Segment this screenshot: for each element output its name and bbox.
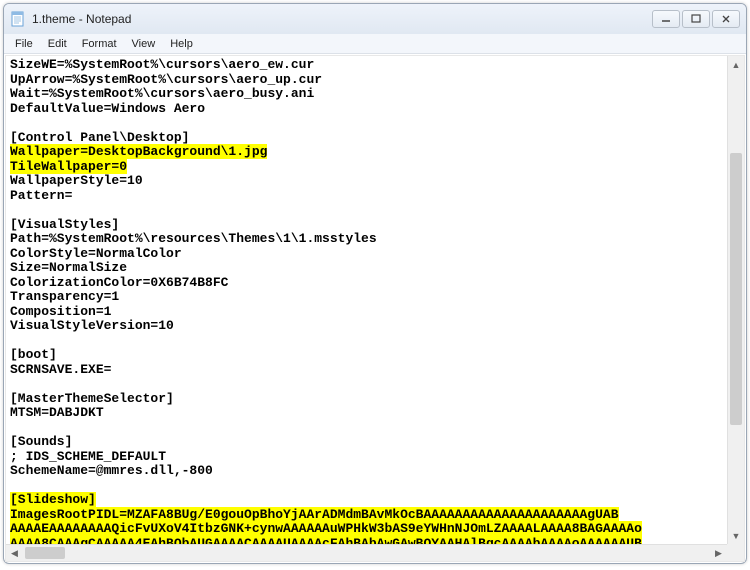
highlighted-line: AAAAEAAAAAAAAQicFvUXoV4ItbzGNK+cynwAAAAA… bbox=[10, 521, 642, 536]
scroll-h-track[interactable] bbox=[23, 545, 710, 561]
text-editor[interactable]: SizeWE=%SystemRoot%\cursors\aero_ew.cur … bbox=[6, 56, 744, 544]
scroll-corner bbox=[727, 544, 744, 561]
scroll-v-track[interactable] bbox=[728, 73, 744, 527]
scroll-down-arrow-icon[interactable]: ▼ bbox=[728, 527, 744, 544]
menu-help[interactable]: Help bbox=[163, 36, 200, 52]
titlebar[interactable]: 1.theme - Notepad bbox=[4, 4, 746, 34]
highlighted-line: AAAA8CAAAgCAAAAA4EAhBQbAUGAAAACAAAAUAAAA… bbox=[10, 536, 642, 545]
notepad-icon bbox=[10, 11, 26, 27]
notepad-window: 1.theme - Notepad File Edit Format View … bbox=[3, 3, 747, 564]
minimize-button[interactable] bbox=[652, 10, 680, 28]
horizontal-scrollbar[interactable]: ◀ ▶ bbox=[6, 544, 727, 561]
menubar: File Edit Format View Help bbox=[4, 34, 746, 54]
highlighted-line: [Slideshow] bbox=[10, 492, 96, 507]
window-title: 1.theme - Notepad bbox=[32, 12, 652, 26]
scroll-up-arrow-icon[interactable]: ▲ bbox=[728, 56, 744, 73]
editor-content: SizeWE=%SystemRoot%\cursors\aero_ew.cur … bbox=[5, 55, 745, 562]
scroll-v-thumb[interactable] bbox=[730, 153, 742, 425]
scroll-right-arrow-icon[interactable]: ▶ bbox=[710, 545, 727, 561]
vertical-scrollbar[interactable]: ▲ ▼ bbox=[727, 56, 744, 544]
close-button[interactable] bbox=[712, 10, 740, 28]
maximize-button[interactable] bbox=[682, 10, 710, 28]
menu-edit[interactable]: Edit bbox=[41, 36, 74, 52]
menu-file[interactable]: File bbox=[8, 36, 40, 52]
highlighted-line: Wallpaper=DesktopBackground\1.jpg bbox=[10, 144, 267, 159]
menu-view[interactable]: View bbox=[125, 36, 163, 52]
highlighted-line: TileWallpaper=0 bbox=[10, 159, 127, 174]
highlighted-line: ImagesRootPIDL=MZAFA8BUg/E0gouOpBhoYjAAr… bbox=[10, 507, 619, 522]
window-controls bbox=[652, 10, 740, 28]
scroll-left-arrow-icon[interactable]: ◀ bbox=[6, 545, 23, 561]
menu-format[interactable]: Format bbox=[75, 36, 124, 52]
scroll-h-thumb[interactable] bbox=[25, 547, 65, 559]
